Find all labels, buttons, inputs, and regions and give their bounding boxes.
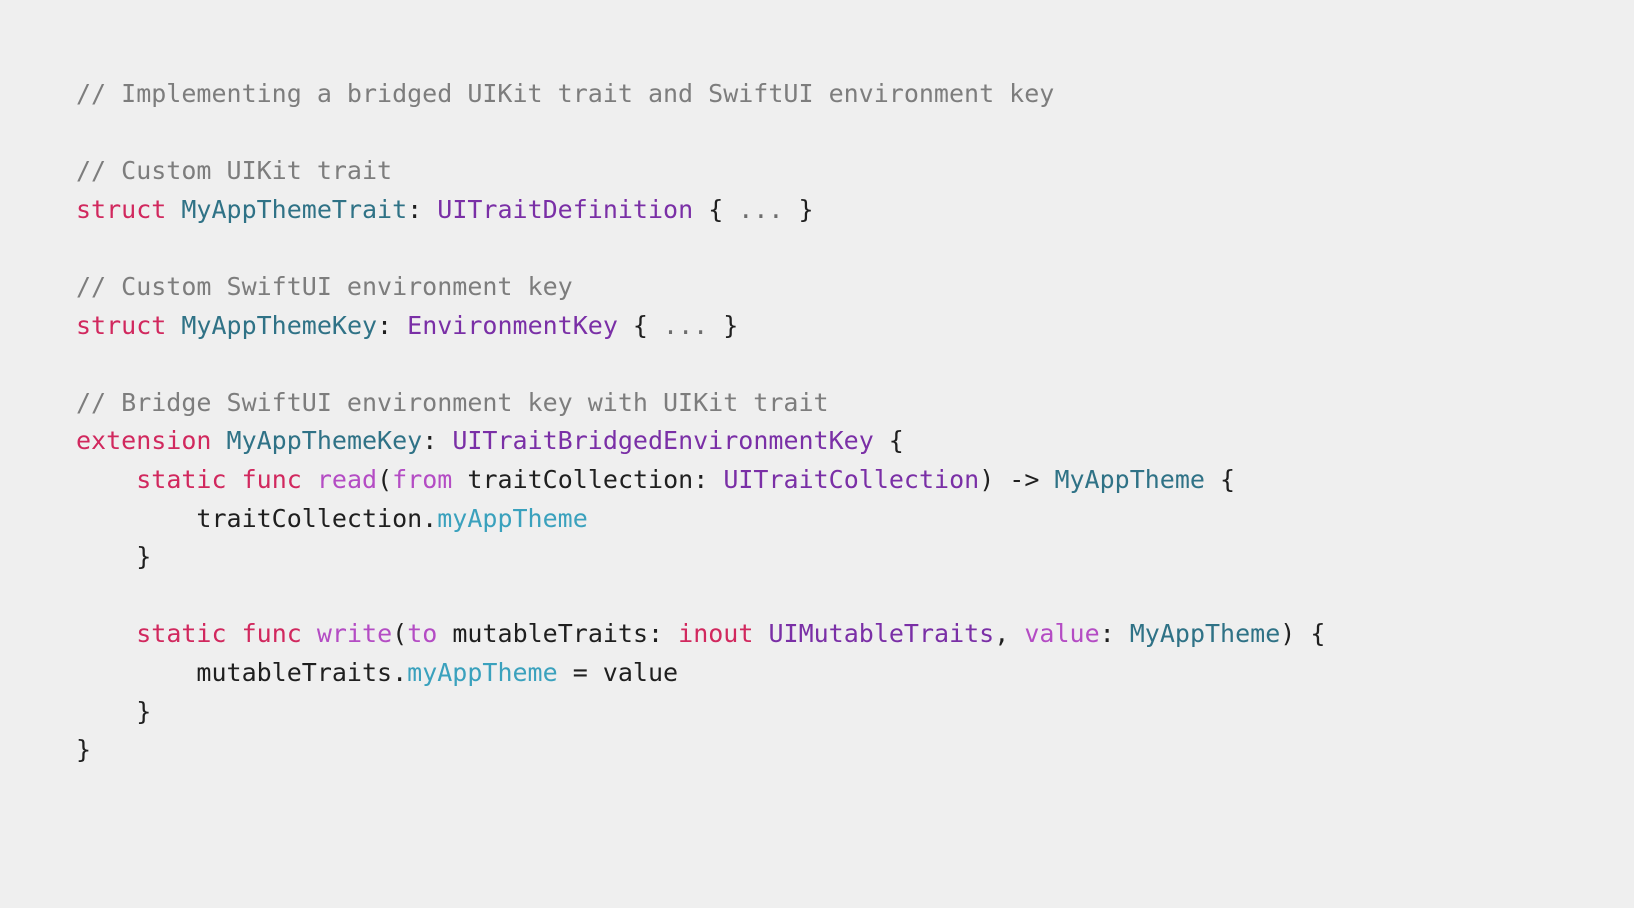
code-punctuation: } xyxy=(76,542,152,572)
code-punctuation: , xyxy=(994,619,1025,649)
code-punctuation: } xyxy=(708,310,739,340)
code-line: } xyxy=(76,731,1325,770)
code-block: // Implementing a bridged UIKit trait an… xyxy=(76,75,1325,770)
code-punctuation: : xyxy=(377,310,408,340)
code-text: traitCollection. xyxy=(76,503,438,533)
code-ellipsis: ... xyxy=(663,310,709,340)
code-parameter-label: from xyxy=(392,464,453,494)
code-type-name: MyAppThemeTrait xyxy=(181,194,408,224)
code-line: // Implementing a bridged UIKit trait an… xyxy=(76,75,1325,114)
code-line: // Custom UIKit trait xyxy=(76,152,1325,191)
code-line: static func read(from traitCollection: U… xyxy=(76,461,1325,500)
code-punctuation: { xyxy=(1204,464,1236,494)
code-line: extension MyAppThemeKey: UITraitBridgedE… xyxy=(76,422,1325,461)
code-type-reference: UIMutableTraits xyxy=(768,619,995,649)
code-line: struct MyAppThemeKey: EnvironmentKey { .… xyxy=(76,307,1325,346)
code-property: myAppTheme xyxy=(437,503,588,533)
code-text: mutableTraits. xyxy=(76,657,408,687)
code-comment: // Implementing a bridged UIKit trait an… xyxy=(76,79,1055,108)
code-comment: // Bridge SwiftUI environment key with U… xyxy=(76,387,829,417)
code-punctuation: { xyxy=(693,194,739,224)
code-keyword: func xyxy=(241,464,302,494)
code-punctuation: } xyxy=(783,194,814,224)
code-ellipsis: ... xyxy=(738,194,784,224)
code-keyword: func xyxy=(241,619,302,649)
code-function-name: read xyxy=(316,464,378,494)
code-line: } xyxy=(76,693,1325,732)
code-type-name: MyAppThemeKey xyxy=(181,310,378,340)
code-type-name: MyAppTheme xyxy=(1054,464,1205,494)
code-punctuation: { xyxy=(873,426,904,456)
code-punctuation: : xyxy=(693,464,724,494)
code-line: traitCollection.myAppTheme xyxy=(76,500,1325,539)
code-keyword: inout xyxy=(678,619,754,649)
code-line: // Custom SwiftUI environment key xyxy=(76,268,1325,307)
code-punctuation: : xyxy=(1099,619,1130,649)
code-punctuation: ) -> xyxy=(979,464,1055,494)
code-keyword: struct xyxy=(76,194,167,224)
code-punctuation: ( xyxy=(392,619,408,649)
code-keyword: extension xyxy=(76,426,212,456)
code-punctuation: : xyxy=(648,619,679,649)
code-punctuation: : xyxy=(422,426,453,456)
code-punctuation: : xyxy=(407,194,438,224)
code-type-reference: UITraitBridgedEnvironmentKey xyxy=(452,426,874,456)
code-punctuation: } xyxy=(76,696,152,726)
code-text: traitCollection xyxy=(452,464,694,494)
code-line: static func write(to mutableTraits: inou… xyxy=(76,615,1325,654)
code-comment: // Custom UIKit trait xyxy=(76,156,393,186)
code-keyword: static xyxy=(136,464,227,494)
code-punctuation: ( xyxy=(377,464,393,494)
code-keyword: static xyxy=(136,619,227,649)
code-type-name: MyAppTheme xyxy=(1129,619,1281,649)
code-comment: // Custom SwiftUI environment key xyxy=(76,271,573,301)
code-punctuation: { xyxy=(617,310,664,340)
code-parameter-label: value xyxy=(1024,619,1100,649)
code-line: // Bridge SwiftUI environment key with U… xyxy=(76,384,1325,423)
code-function-name: write xyxy=(316,619,393,649)
code-line: mutableTraits.myAppTheme = value xyxy=(76,654,1325,693)
code-text: = value xyxy=(557,657,679,687)
code-text: mutableTraits xyxy=(437,619,649,649)
code-type-reference: UITraitDefinition xyxy=(437,194,694,224)
code-type-reference: UITraitCollection xyxy=(723,464,980,494)
code-keyword: struct xyxy=(76,310,167,340)
code-parameter-label: to xyxy=(407,619,438,649)
code-type-name: MyAppThemeKey xyxy=(226,426,423,456)
code-property: myAppTheme xyxy=(407,657,558,687)
code-line: } xyxy=(76,538,1325,577)
code-punctuation: } xyxy=(76,735,92,765)
code-type-reference: EnvironmentKey xyxy=(407,310,618,340)
code-line: struct MyAppThemeTrait: UITraitDefinitio… xyxy=(76,191,1325,230)
code-punctuation: ) { xyxy=(1280,619,1326,649)
